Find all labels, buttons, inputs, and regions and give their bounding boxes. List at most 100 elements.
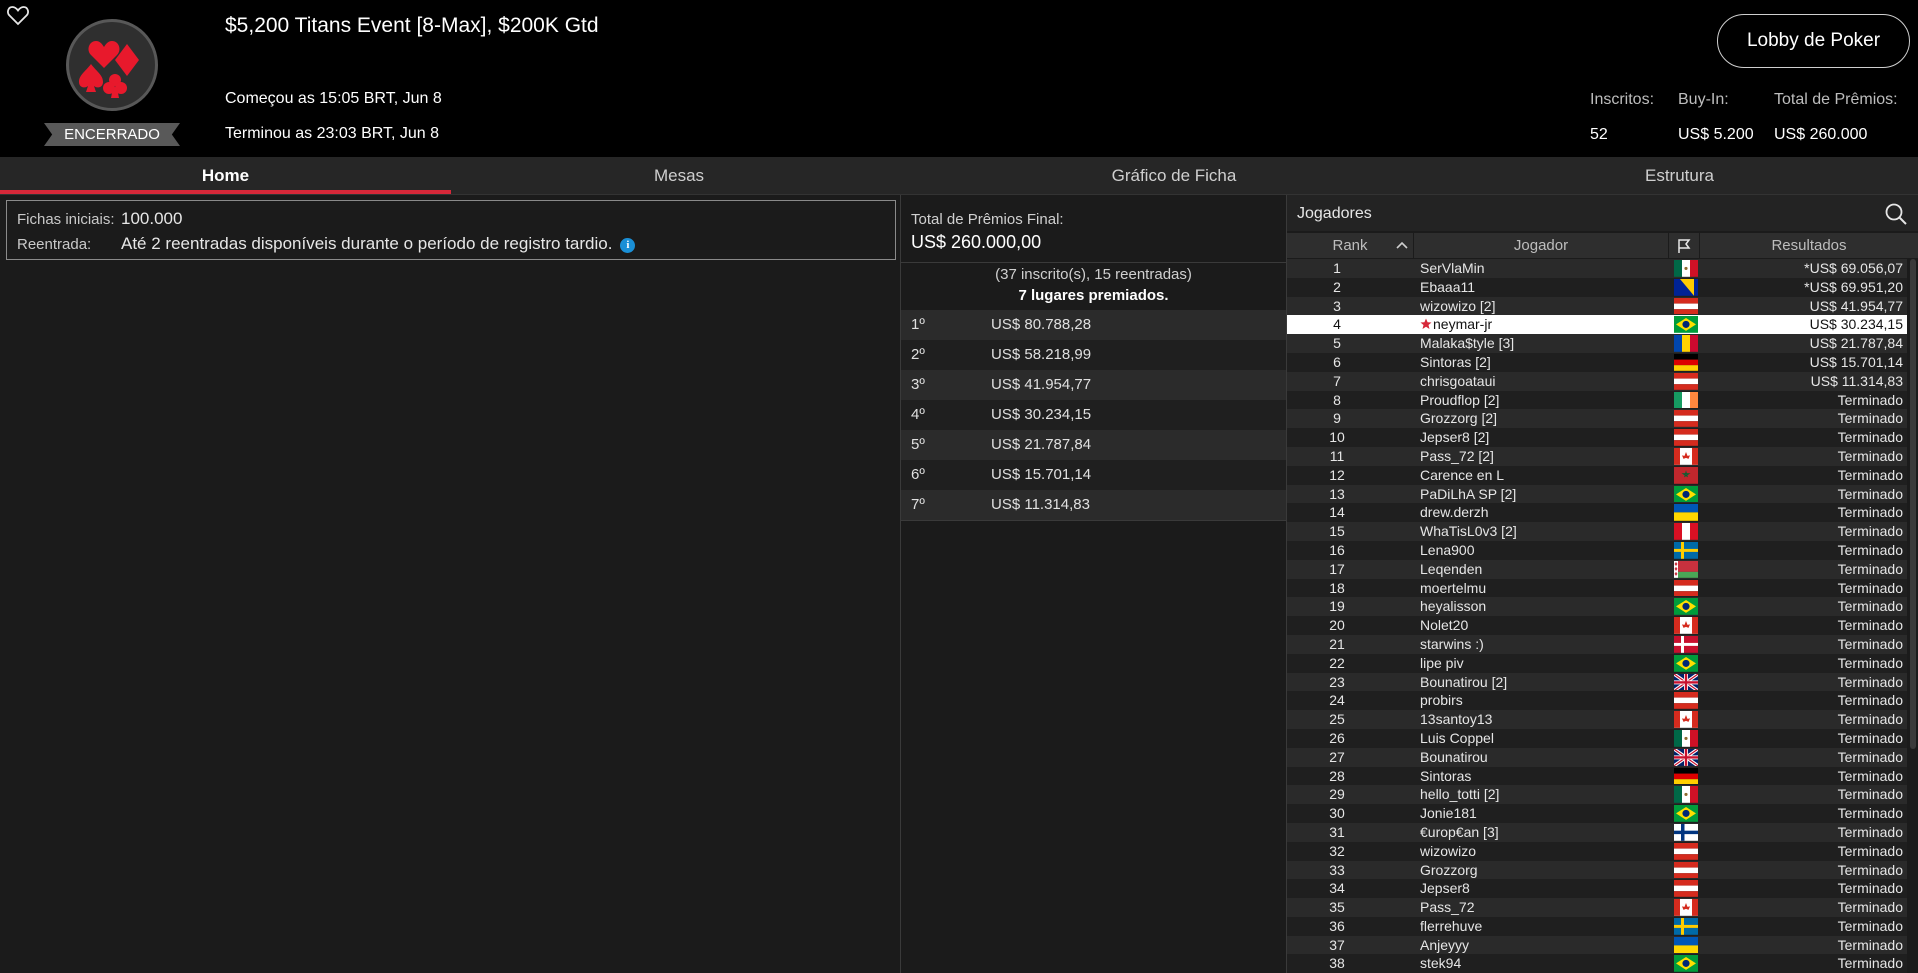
player-name: hello_totti [2] (1420, 786, 1500, 803)
player-row[interactable]: 10 Jepser8 [2] Terminado (1287, 428, 1907, 447)
tab-structure[interactable]: Estrutura (1441, 157, 1918, 195)
player-result: Terminado (1837, 767, 1903, 784)
players-title: Jogadores (1297, 205, 1372, 222)
player-name: chrisgoataui (1420, 372, 1496, 389)
player-row[interactable]: 27 Bounatirou Terminado (1287, 747, 1907, 767)
player-result: Terminado (1837, 673, 1903, 690)
country-flag-icon (1674, 485, 1698, 503)
player-row[interactable]: 7 chrisgoataui US$ 11.314,83 (1287, 371, 1907, 391)
player-row[interactable]: 31 €urop€an [3] Terminado (1287, 822, 1907, 842)
entrants-label: Inscritos: (1590, 91, 1655, 108)
player-row[interactable]: 38 stek94 Terminado (1287, 954, 1907, 973)
players-header: Jogadores (1287, 195, 1918, 231)
player-rank: 5 (1333, 335, 1341, 352)
player-name-cell: Jepser8 [2] (1420, 428, 1645, 447)
player-row[interactable]: 29 hello_totti [2] Terminado (1287, 785, 1907, 805)
player-rank: 29 (1329, 786, 1345, 803)
player-name-cell: PaDiLhA SP [2] (1420, 485, 1645, 504)
active-tab-indicator (0, 190, 451, 194)
player-name: Pass_72 (1420, 899, 1475, 916)
player-row[interactable]: 1 SerVlaMin *US$ 69.056,07 (1287, 259, 1907, 278)
player-row[interactable]: 26 Luis Coppel Terminado (1287, 728, 1907, 748)
player-name-cell: Lena900 (1420, 541, 1645, 560)
heart-icon[interactable] (6, 4, 30, 26)
player-row[interactable]: 11 Pass_72 [2] Terminado (1287, 446, 1907, 466)
player-result: Terminado (1837, 598, 1903, 615)
tab-tables[interactable]: Mesas (451, 157, 907, 195)
player-row[interactable]: 24 probirs Terminado (1287, 691, 1907, 711)
player-result: *US$ 69.951,20 (1804, 278, 1903, 295)
player-name: Grozzorg [2] (1420, 410, 1498, 427)
player-row[interactable]: 14 drew.derzh Terminado (1287, 503, 1907, 523)
search-icon[interactable] (1884, 202, 1908, 226)
entrants-value: 52 (1590, 126, 1608, 143)
player-result: Terminado (1837, 955, 1903, 972)
player-name-cell: moertelmu (1420, 579, 1645, 598)
payout-amount: US$ 21.787,84 (991, 436, 1092, 453)
player-row[interactable]: 13 PaDiLhA SP [2] Terminado (1287, 484, 1907, 504)
country-flag-icon (1674, 917, 1698, 935)
player-rank: 30 (1329, 805, 1345, 822)
payout-amount: US$ 58.218,99 (991, 346, 1092, 363)
country-flag-icon (1674, 504, 1698, 522)
player-row[interactable]: 5 Malaka$tyle [3] US$ 21.787,84 (1287, 334, 1907, 353)
country-flag-icon (1674, 353, 1698, 371)
player-row[interactable]: 19 heyalisson Terminado (1287, 597, 1907, 617)
player-name-cell: Anjeyyy (1420, 936, 1645, 955)
player-result: Terminado (1837, 447, 1903, 464)
player-name: Leqenden (1420, 560, 1483, 577)
player-row[interactable]: 32 wizowizo Terminado (1287, 841, 1907, 861)
player-name: Grozzorg (1420, 861, 1478, 878)
player-row[interactable]: 33 Grozzorg Terminado (1287, 860, 1907, 880)
country-column-header[interactable] (1669, 233, 1699, 258)
players-scrollbar[interactable] (1910, 259, 1916, 749)
player-row[interactable]: 20 Nolet20 Terminado (1287, 616, 1907, 635)
player-row[interactable]: 8 Proudflop [2] Terminado (1287, 390, 1907, 410)
player-row[interactable]: 3 wizowizo [2] US$ 41.954,77 (1287, 296, 1907, 316)
player-row[interactable]: 12 Carence en L Terminado (1287, 465, 1907, 485)
player-row[interactable]: 34 Jepser8 Terminado (1287, 879, 1907, 899)
payout-position: 6º (911, 466, 925, 483)
country-flag-icon (1674, 335, 1698, 352)
info-icon[interactable]: i (620, 238, 636, 253)
player-row[interactable]: 15 WhaTisL0v3 [2] Terminado (1287, 522, 1907, 541)
player-row[interactable]: 4 neymar-jr US$ 30.234,15 (1287, 315, 1907, 335)
player-name-cell: flerrehuve (1420, 917, 1645, 936)
player-result: Terminado (1837, 391, 1903, 408)
player-rank: 35 (1329, 899, 1345, 916)
player-result: Terminado (1837, 692, 1903, 709)
player-column-header[interactable]: Jogador (1414, 233, 1668, 258)
poker-lobby-button[interactable]: Lobby de Poker (1717, 14, 1910, 68)
player-name-cell: 13santoy13 (1420, 710, 1645, 729)
country-flag-icon (1674, 391, 1698, 409)
player-row[interactable]: 25 13santoy13 Terminado (1287, 710, 1907, 729)
final-prize-label: Total de Prêmios Final: (911, 211, 1064, 228)
divider (901, 520, 1286, 521)
tab-chip-chart[interactable]: Gráfico de Ficha (907, 157, 1441, 195)
player-row[interactable]: 37 Anjeyyy Terminado (1287, 935, 1907, 955)
player-row[interactable]: 9 Grozzorg [2] Terminado (1287, 409, 1907, 429)
player-name-cell: Luis Coppel (1420, 729, 1645, 748)
payout-row: 3º US$ 41.954,77 (901, 370, 1286, 400)
player-result: US$ 15.701,14 (1809, 353, 1903, 370)
player-row[interactable]: 17 Leqenden Terminado (1287, 559, 1907, 579)
player-row[interactable]: 28 Sintoras Terminado (1287, 766, 1907, 786)
player-row[interactable]: 18 moertelmu Terminado (1287, 578, 1907, 598)
player-row[interactable]: 30 Jonie181 Terminado (1287, 804, 1907, 823)
player-row[interactable]: 16 Lena900 Terminado (1287, 540, 1907, 560)
player-row[interactable]: 22 lipe piv Terminado (1287, 653, 1907, 673)
results-column-header[interactable]: Resultados (1700, 233, 1918, 258)
paid-places: 7 lugares premiados. (1018, 287, 1169, 304)
player-row[interactable]: 36 flerrehuve Terminado (1287, 916, 1907, 936)
player-row[interactable]: 23 Bounatirou [2] Terminado (1287, 672, 1907, 692)
player-row[interactable]: 21 starwins :) Terminado (1287, 634, 1907, 654)
player-row[interactable]: 2 Ebaaa11 *US$ 69.951,20 (1287, 277, 1907, 297)
player-result: Terminado (1837, 748, 1903, 765)
player-name: Jonie181 (1420, 805, 1477, 822)
player-row[interactable]: 35 Pass_72 Terminado (1287, 898, 1907, 917)
country-flag-icon (1674, 729, 1698, 747)
rank-column-header[interactable]: Rank (1287, 233, 1413, 258)
player-rank: 34 (1329, 880, 1345, 897)
player-row[interactable]: 6 Sintoras [2] US$ 15.701,14 (1287, 352, 1907, 372)
player-name: drew.derzh (1420, 504, 1489, 521)
